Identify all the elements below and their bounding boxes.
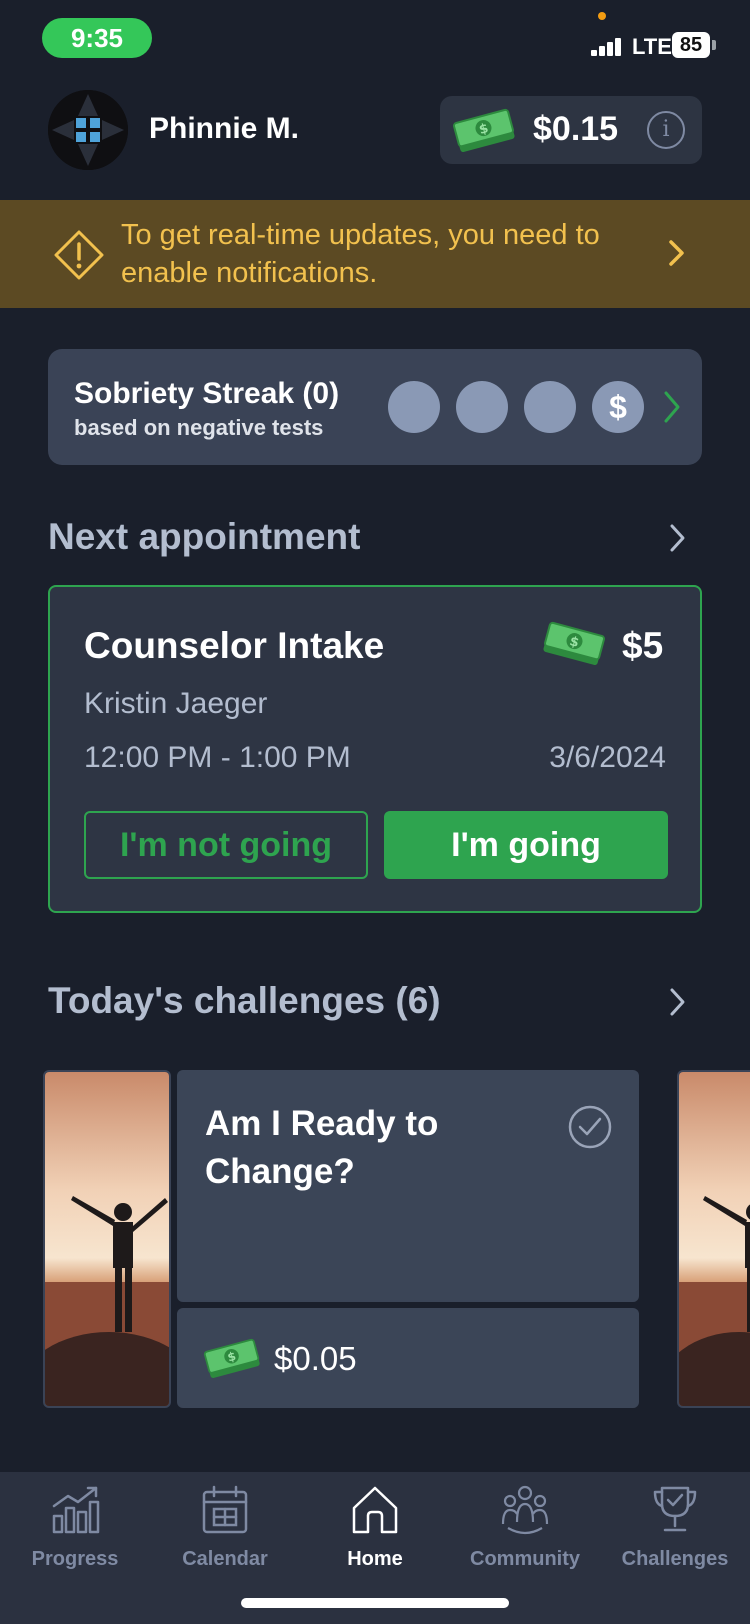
warning-icon [54, 230, 104, 285]
home-icon [352, 1486, 398, 1534]
streak-title: Sobriety Streak (0) [74, 377, 340, 410]
status-bar: 9:35 LTE 85 [0, 0, 750, 80]
challenge-card[interactable]: Am I Ready to Change? [177, 1070, 639, 1302]
cash-icon: $ [203, 1338, 261, 1383]
challenge-reward-row[interactable]: $ $0.05 [177, 1308, 639, 1408]
nav-item-progress[interactable]: Progress [0, 1472, 150, 1592]
appointment-date: 3/6/2024 [549, 741, 666, 774]
streak-dot [456, 381, 508, 433]
next-appointment-heading: Next appointment [48, 516, 361, 557]
balance-amount: $0.15 [533, 110, 619, 148]
avatar[interactable] [48, 90, 128, 170]
challenge-photo-next[interactable] [677, 1070, 750, 1408]
signal-strength-icon [591, 36, 629, 56]
challenge-title: Am I Ready to Change? [205, 1104, 439, 1191]
battery-nub [712, 40, 716, 50]
nav-item-home[interactable]: Home [300, 1472, 450, 1592]
nav-item-community[interactable]: Community [450, 1472, 600, 1592]
community-icon [501, 1485, 549, 1535]
cash-icon: $ [542, 621, 606, 670]
info-icon[interactable]: i [647, 111, 685, 149]
chevron-right-icon [666, 238, 688, 273]
banner-text: To get real-time updates, you need to en… [121, 219, 600, 289]
not-going-button[interactable]: I'm not going [84, 811, 368, 879]
challenge-reward: $0.05 [274, 1340, 357, 1377]
nav-label: Calendar [182, 1548, 268, 1570]
sobriety-streak-card[interactable]: Sobriety Streak (0) based on negative te… [48, 349, 702, 465]
progress-chart-icon [52, 1486, 100, 1534]
calendar-icon [202, 1485, 248, 1534]
network-type: LTE [632, 34, 672, 59]
nav-item-calendar[interactable]: Calendar [150, 1472, 300, 1592]
challenges-heading: Today's challenges (6) [48, 980, 441, 1021]
nav-label: Community [470, 1548, 580, 1570]
battery-icon: 85 [672, 32, 710, 58]
challenge-photo[interactable] [43, 1070, 171, 1408]
chevron-right-icon[interactable] [668, 522, 688, 559]
camera-indicator-icon [598, 12, 606, 20]
cash-icon: $ [452, 108, 516, 157]
trophy-icon [653, 1486, 697, 1532]
appointment-title: Counselor Intake [84, 625, 385, 666]
nav-label: Home [347, 1548, 403, 1570]
chevron-right-icon [662, 389, 682, 430]
appointment-time: 12:00 PM - 1:00 PM [84, 741, 351, 774]
nav-item-challenges[interactable]: Challenges [600, 1472, 750, 1592]
user-name: Phinnie M. [149, 112, 299, 145]
status-time: 9:35 [42, 18, 152, 58]
appointment-reward: $5 [622, 625, 664, 666]
balance-box[interactable]: $ $0.15 i [440, 96, 702, 164]
chevron-right-icon[interactable] [668, 986, 688, 1023]
notification-banner[interactable]: To get real-time updates, you need to en… [0, 200, 750, 308]
counselor-name: Kristin Jaeger [84, 687, 268, 720]
appointment-card[interactable]: Counselor Intake $ $5 Kristin Jaeger 12:… [48, 585, 702, 913]
check-circle-icon [567, 1104, 613, 1155]
home-indicator[interactable] [241, 1598, 509, 1608]
nav-label: Challenges [621, 1548, 729, 1570]
streak-reward-dot: $ [592, 381, 644, 433]
streak-dot [524, 381, 576, 433]
nav-label: Progress [31, 1548, 119, 1570]
streak-subtitle: based on negative tests [74, 415, 324, 440]
streak-dot [388, 381, 440, 433]
going-button[interactable]: I'm going [384, 811, 668, 879]
